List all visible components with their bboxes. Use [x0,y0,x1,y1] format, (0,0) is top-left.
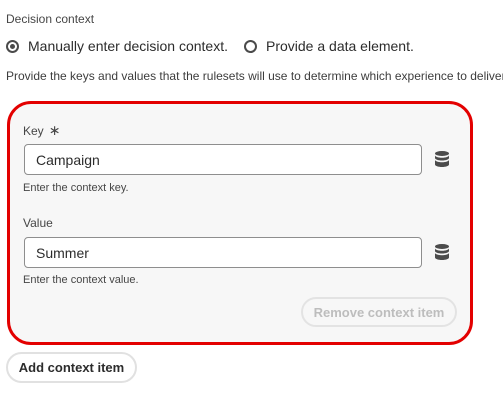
key-database-icon[interactable] [433,150,451,168]
remove-context-item-button[interactable]: Remove context item [301,297,457,327]
value-field-label: Value [23,216,53,230]
radio-data-element-option[interactable]: Provide a data element. [244,38,414,54]
radio-manual-option[interactable]: Manually enter decision context. [6,38,228,54]
radio-manual-checked-icon[interactable] [6,39,19,53]
decision-context-radio-group: Manually enter decision context. Provide… [6,38,430,54]
required-asterisk-icon: ∗ [48,122,61,138]
add-context-item-button[interactable]: Add context item [6,352,137,383]
radio-data-element-unchecked-icon[interactable] [244,39,257,53]
value-database-icon[interactable] [433,243,451,261]
key-help-text: Enter the context key. [23,182,129,194]
radio-data-element-label: Provide a data element. [266,38,414,54]
key-label-text: Key [23,124,44,138]
radio-manual-label: Manually enter decision context. [28,38,228,54]
section-label: Decision context [6,12,95,26]
context-item-panel: Key ∗ Enter the context key. Value Enter … [7,101,473,345]
key-input[interactable] [24,144,422,175]
key-field-label: Key ∗ [23,122,60,139]
description-text: Provide the keys and values that the rul… [6,69,503,83]
value-input[interactable] [24,237,422,268]
value-help-text: Enter the context value. [23,274,139,286]
decision-context-form: Decision context Manually enter decision… [0,0,503,400]
